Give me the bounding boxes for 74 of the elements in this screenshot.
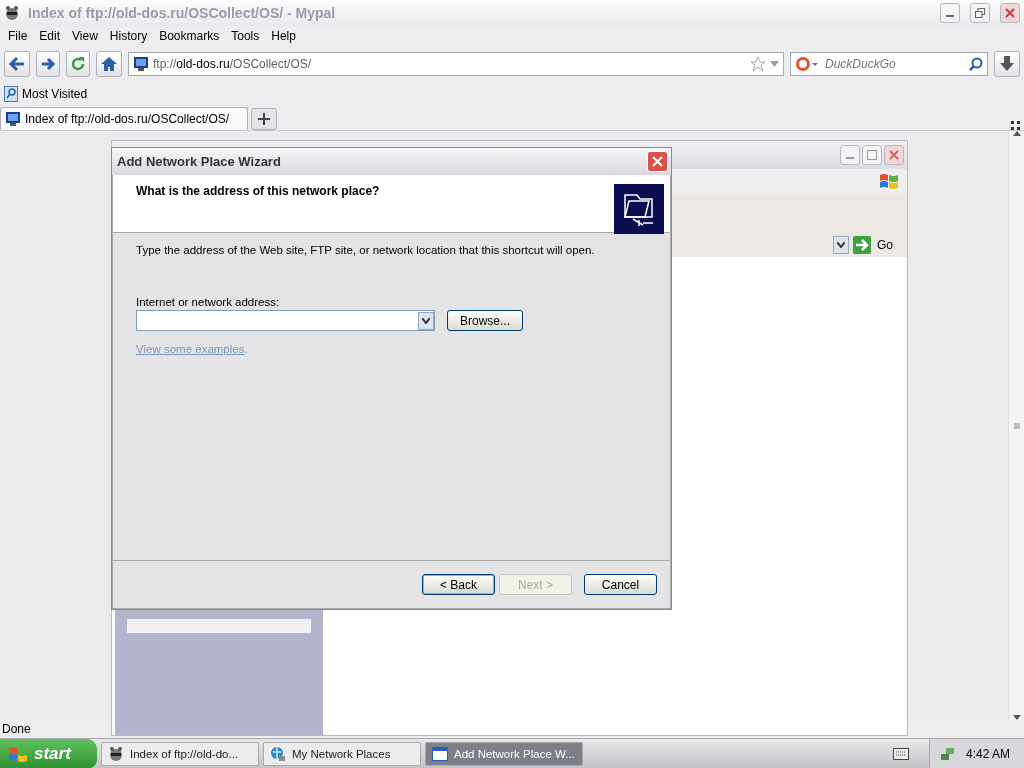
monitor-icon bbox=[5, 111, 21, 127]
back-arrow-icon bbox=[8, 55, 26, 73]
downloads-button[interactable] bbox=[994, 51, 1020, 77]
browser-tab[interactable]: Index of ftp://old-dos.ru/OSCollect/OS/ bbox=[0, 107, 248, 130]
tab-grid-icon[interactable] bbox=[1011, 121, 1020, 130]
forward-arrow-icon bbox=[40, 56, 56, 72]
examples-sentence: View some examples. bbox=[136, 343, 249, 355]
search-engine-icon[interactable] bbox=[795, 56, 819, 72]
maximize-button[interactable] bbox=[862, 145, 882, 165]
close-button[interactable] bbox=[1000, 3, 1020, 23]
network-globe-icon bbox=[270, 745, 286, 762]
maximize-icon bbox=[867, 150, 877, 160]
keyboard-icon[interactable] bbox=[893, 747, 909, 760]
minimize-button[interactable] bbox=[940, 3, 960, 23]
scroll-grip-icon bbox=[1013, 422, 1020, 429]
windows-flag-icon bbox=[879, 172, 899, 190]
menu-item[interactable]: Tools bbox=[225, 29, 266, 43]
back-button[interactable] bbox=[4, 51, 30, 77]
dialog-button[interactable]: < Back bbox=[422, 574, 495, 595]
close-icon bbox=[652, 156, 663, 167]
instruction-text: Type the address of the Web site, FTP site, or network location that this shortcut will open. bbox=[136, 244, 596, 256]
menu-item[interactable]: Help bbox=[265, 29, 302, 43]
raccoon-icon bbox=[108, 745, 124, 762]
folder-search-icon[interactable] bbox=[4, 86, 18, 102]
menu-item[interactable]: View bbox=[66, 29, 104, 43]
browse-button[interactable]: Browse... bbox=[447, 310, 523, 331]
restore-button[interactable] bbox=[970, 3, 990, 23]
close-icon bbox=[1005, 8, 1015, 18]
reload-icon bbox=[70, 56, 86, 72]
plus-icon bbox=[258, 113, 270, 125]
go-arrow-icon bbox=[853, 236, 871, 254]
dropdown-button[interactable] bbox=[833, 236, 849, 254]
menu-item[interactable]: Edit bbox=[33, 29, 67, 43]
menu-item[interactable]: History bbox=[103, 29, 154, 43]
taskbar-button[interactable]: My Network Places bbox=[263, 741, 421, 766]
address-bar[interactable]: ftp://old-dos.ru/OSCollect/OS/ bbox=[128, 52, 784, 76]
search-bar[interactable]: DuckDuckGo bbox=[790, 52, 988, 76]
home-button[interactable] bbox=[96, 51, 122, 77]
taskbar-button[interactable]: Index of ftp://old-do... bbox=[101, 741, 259, 766]
windows-flag-icon bbox=[8, 744, 28, 763]
dialog-title: Add Network Place Wizard bbox=[117, 154, 282, 169]
raccoon-icon bbox=[4, 5, 20, 21]
monitor-icon bbox=[133, 56, 149, 72]
minimize-button[interactable] bbox=[840, 145, 860, 165]
menu-item[interactable]: Bookmarks bbox=[153, 29, 226, 43]
window-title: Index of ftp://old-dos.ru/OSCollect/OS/ - Mypal bbox=[28, 5, 337, 21]
dialog-button[interactable]: Cancel bbox=[584, 574, 657, 595]
search-icon[interactable] bbox=[969, 57, 983, 71]
chevron-down-icon bbox=[837, 242, 845, 248]
network-status-icon[interactable] bbox=[940, 745, 956, 762]
clock-text: 4:42 AM bbox=[965, 746, 1010, 761]
new-tab-button[interactable] bbox=[251, 108, 277, 130]
address-field[interactable] bbox=[136, 310, 435, 331]
dropdown-button[interactable] bbox=[418, 311, 434, 330]
close-button[interactable] bbox=[884, 145, 904, 165]
status-text: Done bbox=[2, 722, 31, 736]
scrollbar[interactable] bbox=[1008, 131, 1024, 720]
taskbar-button[interactable]: Add Network Place W... bbox=[425, 741, 583, 766]
close-icon bbox=[889, 150, 899, 160]
download-arrow-icon bbox=[998, 55, 1016, 73]
reload-button[interactable] bbox=[66, 51, 90, 77]
dropdown-caret-icon[interactable] bbox=[770, 61, 779, 67]
menu-item[interactable]: File bbox=[2, 29, 34, 43]
bookmark-link[interactable]: Most Visited bbox=[22, 87, 88, 101]
field-label: Internet or network address: bbox=[136, 296, 281, 308]
window-icon bbox=[432, 746, 448, 761]
home-icon bbox=[100, 56, 118, 72]
restore-icon bbox=[975, 8, 985, 18]
go-button[interactable]: Go bbox=[853, 236, 895, 254]
url-text: ftp://old-dos.ru/OSCollect/OS/ bbox=[153, 57, 313, 71]
bookmark-star-icon[interactable] bbox=[750, 56, 766, 72]
forward-button[interactable] bbox=[36, 51, 60, 77]
wizard-heading: What is the address of this network place? bbox=[136, 184, 380, 200]
chevron-down-icon bbox=[422, 317, 430, 324]
